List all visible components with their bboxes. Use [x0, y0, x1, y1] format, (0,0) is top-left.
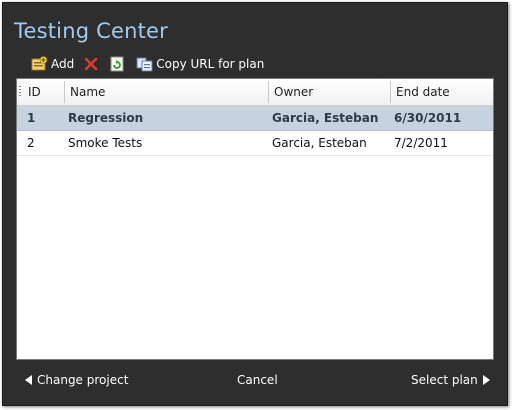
testing-center-dialog: Testing Center Add Copy URL for plan ID …: [2, 2, 508, 406]
select-plan-label: Select plan: [411, 373, 478, 387]
cancel-label: Cancel: [237, 373, 278, 387]
table-row[interactable]: 1 Regression Garcia, Esteban 6/30/2011: [17, 106, 493, 131]
add-label: Add: [51, 57, 75, 71]
add-icon: [31, 56, 48, 72]
column-header-owner[interactable]: Owner: [269, 79, 389, 105]
arrow-left-icon: [25, 375, 32, 385]
dialog-title: Testing Center: [14, 19, 168, 43]
test-plans-table: ID Name Owner End date 1 Regression Garc…: [16, 78, 494, 360]
table-header: ID Name Owner End date: [17, 79, 493, 106]
refresh-button[interactable]: [110, 56, 124, 72]
cell-name: Regression: [68, 111, 144, 125]
cell-name: Smoke Tests: [68, 136, 143, 150]
select-plan-button[interactable]: Select plan: [411, 373, 490, 387]
copy-url-button[interactable]: Copy URL for plan: [136, 57, 264, 72]
copy-url-icon: [136, 57, 153, 72]
cell-id: 1: [27, 111, 36, 125]
toolbar: Add Copy URL for plan: [31, 54, 274, 74]
cell-owner: Garcia, Esteban: [272, 111, 379, 125]
cell-end-date: 6/30/2011: [394, 111, 462, 125]
cell-id: 2: [27, 136, 35, 150]
add-button[interactable]: Add: [31, 56, 74, 72]
refresh-icon: [110, 56, 124, 72]
cell-end-date: 7/2/2011: [394, 136, 448, 150]
cell-owner: Garcia, Esteban: [272, 136, 367, 150]
column-header-end-date[interactable]: End date: [391, 79, 491, 105]
column-header-name[interactable]: Name: [65, 79, 267, 105]
column-grip-icon[interactable]: [19, 86, 21, 98]
delete-icon: [84, 57, 98, 71]
copy-url-label: Copy URL for plan: [156, 57, 265, 71]
change-project-label: Change project: [37, 373, 129, 387]
change-project-button[interactable]: Change project: [25, 373, 128, 387]
cancel-button[interactable]: Cancel: [237, 373, 278, 387]
column-header-id[interactable]: ID: [23, 79, 65, 105]
delete-button[interactable]: [84, 57, 98, 71]
arrow-right-icon: [482, 375, 490, 385]
dialog-footer: Change project Cancel Select plan: [3, 373, 507, 393]
table-row[interactable]: 2 Smoke Tests Garcia, Esteban 7/2/2011: [17, 131, 493, 156]
